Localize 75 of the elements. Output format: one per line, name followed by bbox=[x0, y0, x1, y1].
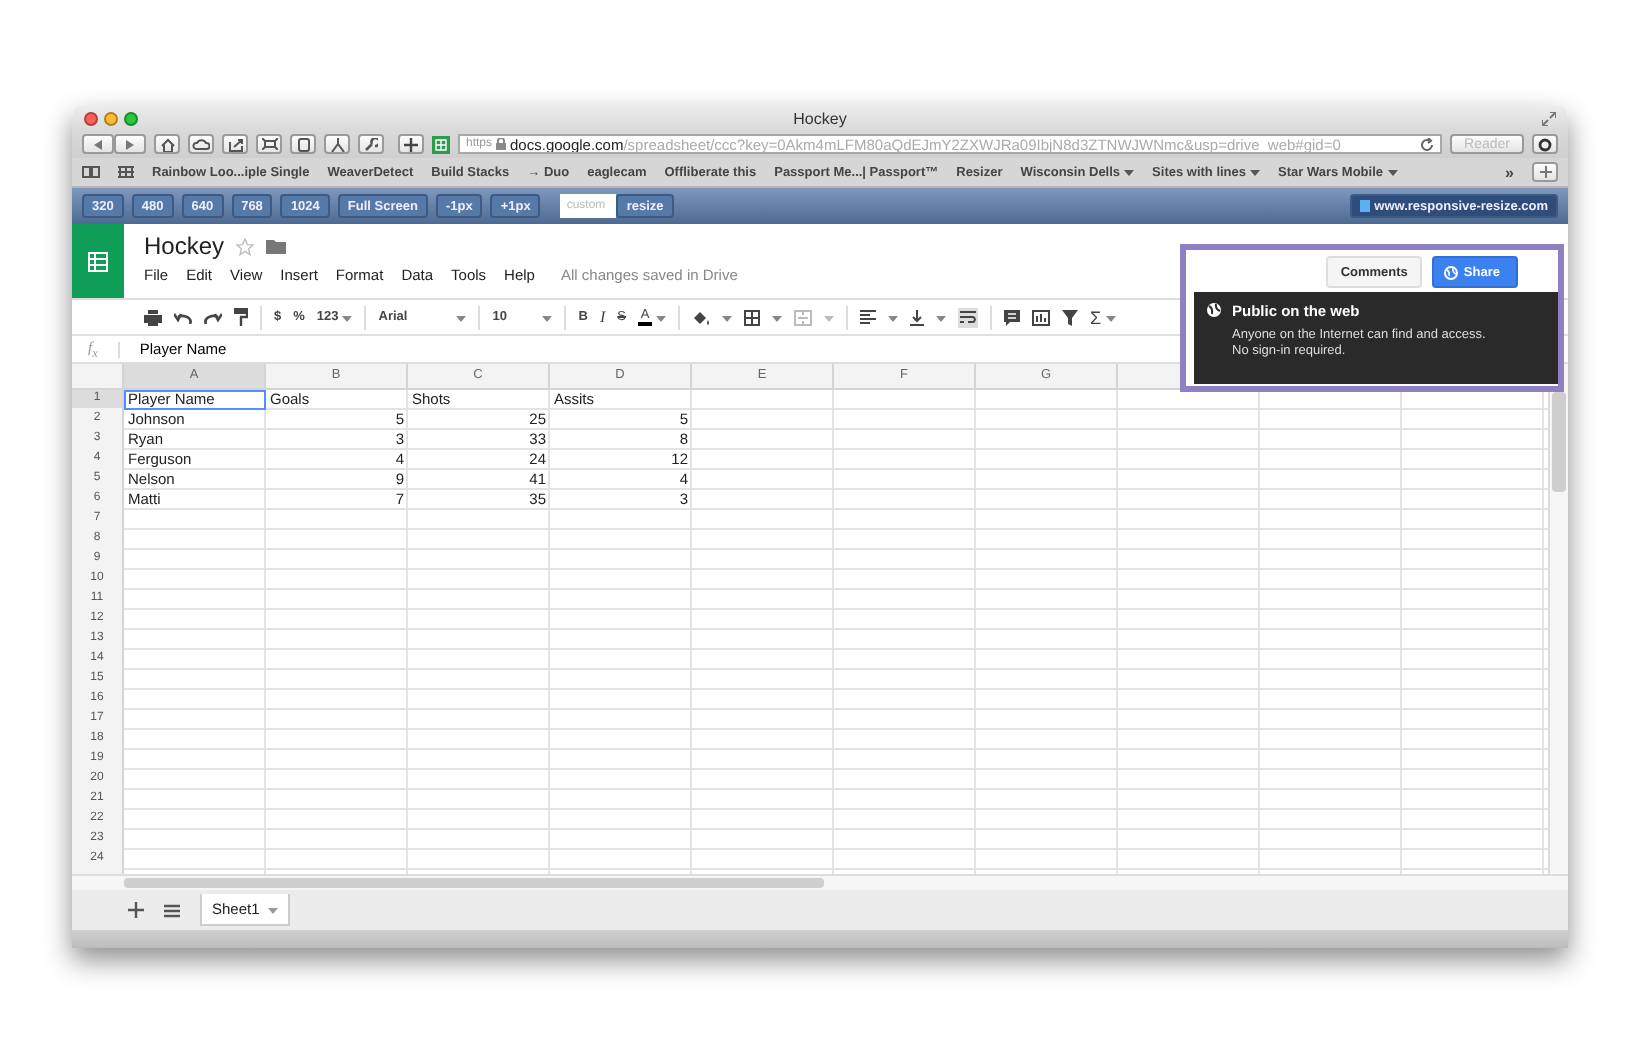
globe-icon bbox=[1206, 302, 1222, 318]
wrench-button[interactable] bbox=[358, 134, 384, 154]
align-bottom-icon[interactable] bbox=[909, 309, 924, 325]
fullscreen-icon[interactable] bbox=[1542, 111, 1556, 125]
fill-color-icon[interactable] bbox=[691, 309, 710, 325]
redo-icon[interactable] bbox=[204, 311, 222, 323]
caret-icon bbox=[1250, 168, 1261, 176]
caret-icon bbox=[935, 313, 946, 321]
paint-format-icon[interactable] bbox=[234, 308, 248, 326]
caret-icon bbox=[655, 313, 666, 321]
filter-icon[interactable] bbox=[1061, 309, 1078, 325]
close-button[interactable] bbox=[84, 111, 98, 125]
plus-icon bbox=[1539, 166, 1551, 178]
print-icon[interactable] bbox=[144, 309, 162, 325]
lock-icon bbox=[496, 138, 507, 150]
add-button[interactable] bbox=[398, 134, 424, 154]
caret-icon bbox=[823, 313, 834, 321]
borders-icon[interactable] bbox=[743, 309, 760, 325]
caret-icon bbox=[1124, 168, 1135, 176]
caret-icon bbox=[456, 313, 467, 321]
home-button[interactable] bbox=[154, 134, 180, 154]
window-title: Hockey bbox=[793, 109, 847, 127]
zoom-button[interactable] bbox=[124, 111, 138, 125]
sheets-icon bbox=[432, 135, 450, 153]
circle-icon bbox=[1538, 137, 1552, 151]
caret-icon bbox=[1105, 313, 1116, 321]
sheets-icon bbox=[88, 251, 108, 271]
caret-icon bbox=[267, 905, 278, 913]
wrap-text-icon[interactable] bbox=[957, 307, 978, 327]
forward-button[interactable] bbox=[114, 134, 146, 154]
toolbar-button[interactable] bbox=[256, 134, 282, 154]
globe-icon bbox=[1443, 265, 1458, 279]
chart-icon[interactable] bbox=[1031, 309, 1050, 325]
document-title[interactable]: Hockey bbox=[144, 232, 225, 260]
caret-icon bbox=[721, 313, 732, 321]
vertical-scrollbar[interactable] bbox=[1548, 364, 1568, 874]
caret-icon bbox=[342, 313, 353, 321]
home-icon bbox=[159, 137, 175, 151]
back-button[interactable] bbox=[82, 134, 114, 154]
caret-icon bbox=[1387, 168, 1398, 176]
grid-icon[interactable] bbox=[118, 166, 134, 178]
star-icon[interactable] bbox=[236, 237, 255, 255]
plus-icon bbox=[404, 137, 418, 151]
caret-icon bbox=[887, 313, 898, 321]
square-icon bbox=[297, 137, 309, 151]
wrench-icon bbox=[364, 137, 378, 151]
cloud-button[interactable] bbox=[188, 134, 214, 154]
caret-icon bbox=[542, 313, 553, 321]
overflow-button[interactable]: » bbox=[1505, 163, 1514, 181]
forward-icon bbox=[126, 139, 134, 149]
toolbar-button[interactable] bbox=[290, 134, 316, 154]
reload-icon[interactable] bbox=[1420, 137, 1435, 151]
cloud-icon bbox=[192, 138, 210, 150]
sheets-logo[interactable] bbox=[72, 224, 124, 298]
minimize-button[interactable] bbox=[104, 111, 118, 125]
page-icon bbox=[1360, 200, 1371, 212]
share-page-button[interactable] bbox=[222, 134, 248, 154]
tool-icon bbox=[329, 137, 345, 151]
undo-icon[interactable] bbox=[174, 311, 192, 323]
frame-icon bbox=[261, 138, 277, 150]
functions-button[interactable]: Σ bbox=[1089, 307, 1116, 327]
add-sheet-icon[interactable] bbox=[128, 902, 144, 918]
new-tab-button[interactable] bbox=[1532, 162, 1558, 182]
extension-button[interactable] bbox=[1532, 134, 1558, 154]
italic-button[interactable]: I bbox=[599, 308, 606, 326]
folder-icon[interactable] bbox=[266, 238, 287, 254]
horizontal-scrollbar[interactable] bbox=[72, 874, 1568, 890]
sheet-list-icon[interactable] bbox=[164, 903, 180, 917]
caret-icon bbox=[771, 313, 782, 321]
share-icon bbox=[227, 137, 243, 151]
align-left-icon[interactable] bbox=[859, 310, 876, 324]
comment-icon[interactable] bbox=[1003, 309, 1020, 325]
book-icon[interactable] bbox=[82, 166, 100, 178]
back-icon bbox=[94, 139, 102, 149]
toolbar-button[interactable] bbox=[324, 134, 350, 154]
